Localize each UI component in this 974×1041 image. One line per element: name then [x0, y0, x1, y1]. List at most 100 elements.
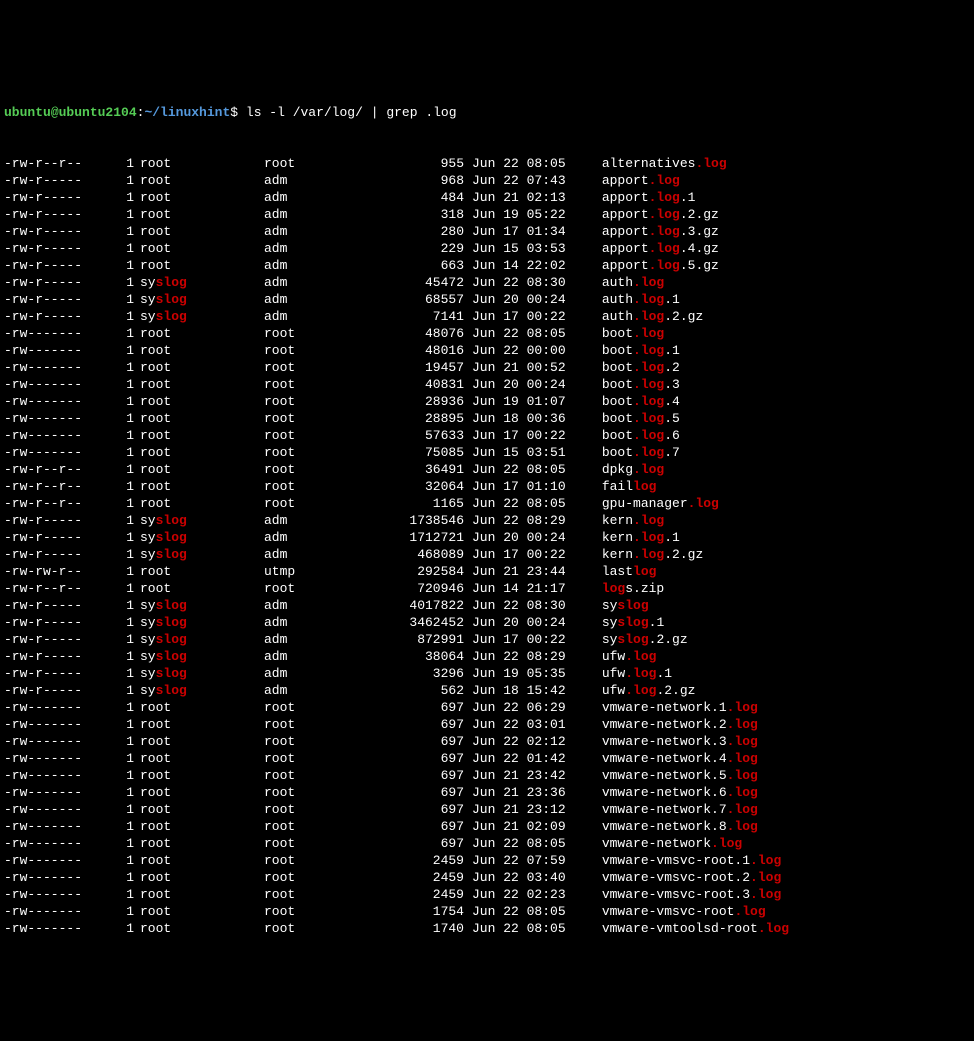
file-name: apport.log.4.gz: [602, 240, 719, 257]
file-size: 1754: [394, 903, 464, 920]
list-item: -rw-rw-r--1rootutmp292584Jun 21 23:44 la…: [4, 563, 970, 580]
list-item: -rw-------1rootroot75085Jun 15 03:51 boo…: [4, 444, 970, 461]
file-date: Jun 15 03:51: [464, 444, 594, 461]
group: root: [264, 835, 394, 852]
owner: root: [134, 376, 264, 393]
link-count: 1: [114, 240, 134, 257]
permissions: -rw-r-----: [4, 223, 114, 240]
file-size: 872991: [394, 631, 464, 648]
group: adm: [264, 308, 394, 325]
list-item: -rw-r-----1syslogadm1738546Jun 22 08:29 …: [4, 512, 970, 529]
permissions: -rw-------: [4, 325, 114, 342]
terminal-output: -rw-r--r--1rootroot955Jun 22 08:05 alter…: [4, 155, 970, 937]
list-item: -rw-------1rootroot697Jun 21 23:42 vmwar…: [4, 767, 970, 784]
list-item: -rw-------1rootroot697Jun 22 06:29 vmwar…: [4, 699, 970, 716]
file-date: Jun 22 08:05: [464, 835, 594, 852]
permissions: -rw-r-----: [4, 529, 114, 546]
owner: syslog: [134, 597, 264, 614]
link-count: 1: [114, 801, 134, 818]
file-date: Jun 22 08:05: [464, 920, 594, 937]
link-count: 1: [114, 223, 134, 240]
link-count: 1: [114, 614, 134, 631]
file-size: 697: [394, 733, 464, 750]
owner: root: [134, 563, 264, 580]
terminal[interactable]: ubuntu@ubuntu2104:~/linuxhint$ ls -l /va…: [4, 70, 970, 954]
permissions: -rw-r--r--: [4, 155, 114, 172]
file-name: apport.log.3.gz: [602, 223, 719, 240]
link-count: 1: [114, 274, 134, 291]
list-item: -rw-r-----1syslogadm68557Jun 20 00:24 au…: [4, 291, 970, 308]
group: root: [264, 359, 394, 376]
permissions: -rw-r-----: [4, 291, 114, 308]
file-name: auth.log: [602, 274, 664, 291]
file-name: boot.log.3: [602, 376, 680, 393]
file-size: 28895: [394, 410, 464, 427]
permissions: -rw-r-----: [4, 308, 114, 325]
file-size: 468089: [394, 546, 464, 563]
list-item: -rw-r-----1syslogadm45472Jun 22 08:30 au…: [4, 274, 970, 291]
link-count: 1: [114, 716, 134, 733]
owner: root: [134, 478, 264, 495]
file-name: vmware-vmsvc-root.log: [602, 903, 766, 920]
link-count: 1: [114, 597, 134, 614]
permissions: -rw-------: [4, 716, 114, 733]
list-item: -rw-------1rootroot28895Jun 18 00:36 boo…: [4, 410, 970, 427]
file-date: Jun 22 02:23: [464, 886, 594, 903]
permissions: -rw-------: [4, 886, 114, 903]
file-name: apport.log.5.gz: [602, 257, 719, 274]
owner: root: [134, 325, 264, 342]
file-size: 292584: [394, 563, 464, 580]
file-name: vmware-network.1.log: [602, 699, 758, 716]
list-item: -rw-------1rootroot697Jun 22 01:42 vmwar…: [4, 750, 970, 767]
file-size: 484: [394, 189, 464, 206]
file-name: vmware-network.3.log: [602, 733, 758, 750]
permissions: -rw-rw-r--: [4, 563, 114, 580]
file-date: Jun 22 08:05: [464, 461, 594, 478]
group: root: [264, 325, 394, 342]
link-count: 1: [114, 818, 134, 835]
file-date: Jun 17 00:22: [464, 631, 594, 648]
group: root: [264, 444, 394, 461]
file-size: 663: [394, 257, 464, 274]
file-date: Jun 22 06:29: [464, 699, 594, 716]
group: adm: [264, 223, 394, 240]
link-count: 1: [114, 563, 134, 580]
file-date: Jun 19 01:07: [464, 393, 594, 410]
owner: root: [134, 240, 264, 257]
owner: root: [134, 920, 264, 937]
link-count: 1: [114, 172, 134, 189]
file-size: 75085: [394, 444, 464, 461]
file-date: Jun 22 00:00: [464, 342, 594, 359]
owner: root: [134, 852, 264, 869]
file-size: 3462452: [394, 614, 464, 631]
owner: root: [134, 257, 264, 274]
group: adm: [264, 529, 394, 546]
file-date: Jun 22 08:05: [464, 325, 594, 342]
owner: root: [134, 223, 264, 240]
group: utmp: [264, 563, 394, 580]
link-count: 1: [114, 648, 134, 665]
file-date: Jun 15 03:53: [464, 240, 594, 257]
owner: root: [134, 716, 264, 733]
link-count: 1: [114, 903, 134, 920]
group: root: [264, 427, 394, 444]
list-item: -rw-------1rootroot57633Jun 17 00:22 boo…: [4, 427, 970, 444]
owner: root: [134, 342, 264, 359]
owner: syslog: [134, 291, 264, 308]
file-date: Jun 17 01:34: [464, 223, 594, 240]
group: root: [264, 478, 394, 495]
file-size: 280: [394, 223, 464, 240]
list-item: -rw-r-----1rootadm663Jun 14 22:02 apport…: [4, 257, 970, 274]
file-name: alternatives.log: [602, 155, 727, 172]
file-size: 40831: [394, 376, 464, 393]
owner: syslog: [134, 274, 264, 291]
file-name: vmware-network.6.log: [602, 784, 758, 801]
file-date: Jun 22 08:05: [464, 155, 594, 172]
file-name: dpkg.log: [602, 461, 664, 478]
file-size: 68557: [394, 291, 464, 308]
owner: syslog: [134, 308, 264, 325]
group: root: [264, 716, 394, 733]
file-date: Jun 14 22:02: [464, 257, 594, 274]
owner: root: [134, 359, 264, 376]
link-count: 1: [114, 376, 134, 393]
